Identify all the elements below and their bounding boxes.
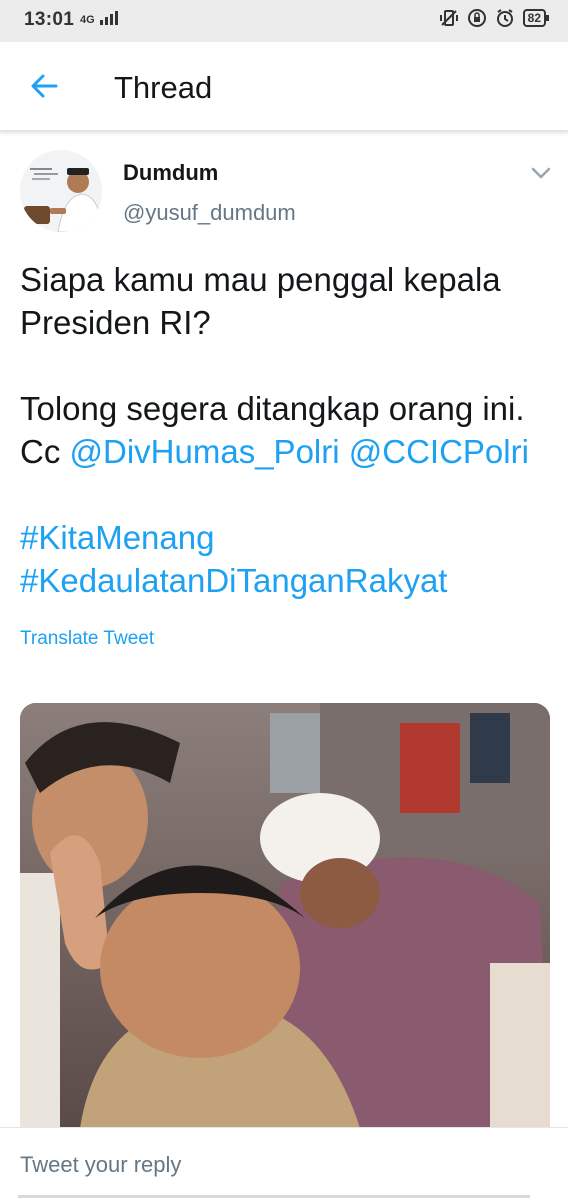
author-name[interactable]: Dumdum	[123, 160, 218, 186]
tweet-video[interactable]	[20, 703, 550, 1128]
status-bar: 13:01 4G 82	[0, 0, 568, 42]
status-icons: 82	[439, 8, 550, 28]
author-handle[interactable]: @yusuf_dumdum	[123, 200, 296, 226]
mention-divhumas[interactable]: @DivHumas_Polri	[70, 433, 340, 470]
tweet-line: Siapa kamu mau penggal kepala	[20, 261, 501, 298]
tweet-line: Tolong segera ditangkap orang ini.	[20, 390, 525, 427]
page-title: Thread	[114, 70, 213, 105]
app-bar: Thread	[0, 42, 568, 132]
arrow-left-icon[interactable]	[26, 68, 62, 104]
tweet-line: Presiden RI?	[20, 304, 211, 341]
video-frame	[20, 703, 550, 1128]
avatar[interactable]	[20, 150, 102, 232]
translate-tweet-link[interactable]: Translate Tweet	[20, 628, 154, 650]
reply-bar: Tweet your reply	[0, 1127, 568, 1201]
tweet-text: Siapa kamu mau penggal kepala Presiden R…	[20, 258, 556, 602]
vibrate-icon	[439, 10, 458, 26]
lock-icon	[467, 9, 486, 27]
tweet-mentions-line: Cc @DivHumas_Polri @CCICPolri	[20, 430, 556, 473]
status-time: 13:01	[24, 9, 75, 30]
battery-indicator: 82	[522, 9, 550, 27]
cc-label: Cc	[20, 433, 61, 470]
avatar-image	[20, 150, 102, 232]
signal-icon	[99, 11, 118, 25]
mention-ccicpolri[interactable]: @CCICPolri	[349, 433, 529, 470]
reply-input[interactable]: Tweet your reply	[20, 1152, 181, 1178]
network-label: 4G	[80, 14, 95, 26]
chevron-down-icon[interactable]	[528, 160, 554, 186]
network-indicator: 4G	[80, 11, 120, 26]
reply-divider	[18, 1195, 530, 1198]
hashtag-kitamenang[interactable]: #KitaMenang	[20, 519, 214, 556]
alarm-icon	[496, 9, 513, 27]
hashtag-kedaulatan[interactable]: #KedaulatanDiTanganRakyat	[20, 562, 447, 599]
